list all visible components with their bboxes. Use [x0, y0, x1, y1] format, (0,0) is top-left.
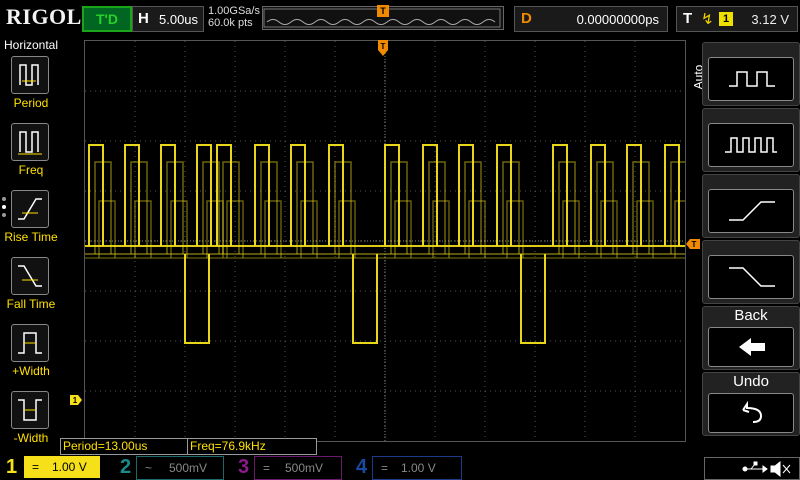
trigger-source-badge: 1	[719, 12, 733, 26]
back-arrow-icon	[708, 327, 794, 367]
frequency-icon	[11, 123, 49, 161]
waveform-display[interactable]	[84, 40, 686, 442]
channel-2-scale: 500mV	[169, 461, 208, 475]
channel-3-scale: 500mV	[285, 461, 324, 475]
back-button[interactable]: Back	[702, 306, 800, 370]
channel-4-scale: 1.00 V	[401, 461, 436, 475]
channel-1-ground-marker[interactable]: 1	[70, 392, 82, 405]
timebase-key: H	[138, 10, 149, 27]
timebase-box[interactable]: H 5.00us	[132, 6, 204, 32]
system-status-box	[704, 457, 800, 480]
channel-1-marker-label: 1	[73, 396, 78, 405]
period-measurement: Period=13.00us	[60, 438, 188, 455]
delay-key: D	[521, 10, 532, 27]
channel-4-coupling: =	[381, 461, 389, 475]
falling-edge-icon	[708, 255, 794, 299]
measure-freq-button[interactable]: Freq	[0, 123, 62, 189]
channel-2-coupling: ~	[145, 461, 153, 475]
rise-time-label: Rise Time	[4, 230, 58, 244]
run-status-badge[interactable]: T'D	[82, 6, 132, 32]
channel-3-number[interactable]: 3	[238, 455, 249, 479]
freq-label: Freq	[18, 163, 44, 177]
memory-depth: 60.0k pts	[208, 17, 253, 29]
measure-fall-time-button[interactable]: Fall Time	[0, 257, 62, 323]
positive-width-icon	[11, 324, 49, 362]
back-label: Back	[734, 307, 768, 324]
softkey-square-wave[interactable]	[702, 42, 800, 106]
trigger-position-marker[interactable]: T	[378, 40, 388, 56]
fall-time-icon	[11, 257, 49, 295]
trigger-edge-icon: ↯	[701, 11, 714, 28]
undo-button[interactable]: Undo	[702, 372, 800, 436]
channel-2-box[interactable]: ~ 500mV	[136, 456, 224, 480]
negative-width-label: -Width	[13, 431, 49, 445]
delay-value: 0.00000000ps	[576, 12, 659, 27]
memory-overview-strip[interactable]: T	[262, 5, 504, 30]
channel-1-coupling: =	[32, 460, 40, 474]
channel-2-number[interactable]: 2	[120, 455, 131, 479]
channel-1-box[interactable]: = 1.00 V	[24, 456, 100, 478]
period-icon	[11, 56, 49, 94]
pulse-train-icon	[708, 123, 794, 167]
measure-rise-time-button[interactable]: Rise Time	[0, 190, 62, 256]
channel-4-number[interactable]: 4	[356, 455, 367, 479]
rigol-logo: RIGOL	[6, 4, 82, 29]
period-label: Period	[13, 96, 49, 110]
channel-1-scale: 1.00 V	[52, 460, 87, 474]
measure-period-button[interactable]: Period	[0, 56, 62, 122]
trigger-settings-box[interactable]: T ↯ 1 3.12 V	[676, 6, 798, 32]
undo-label: Undo	[733, 373, 769, 390]
rising-edge-icon	[708, 189, 794, 233]
trigger-level: 3.12 V	[751, 12, 789, 27]
channel-4-box[interactable]: = 1.00 V	[372, 456, 462, 480]
measure-negative-width-button[interactable]: -Width	[0, 391, 62, 457]
usb-icon	[742, 461, 768, 473]
negative-width-icon	[11, 391, 49, 429]
undo-icon	[708, 393, 794, 433]
positive-width-label: +Width	[12, 364, 50, 378]
softkey-pulse-train[interactable]	[702, 108, 800, 172]
right-softkey-menu: Back Undo	[702, 40, 800, 440]
trigger-delay-box[interactable]: D 0.00000000ps	[514, 6, 668, 32]
trigger-position-label: T	[381, 42, 386, 51]
channel-3-coupling: =	[263, 461, 271, 475]
channel-3-box[interactable]: = 500mV	[254, 456, 342, 480]
memory-trigger-marker: T	[377, 5, 389, 17]
square-wave-icon	[708, 57, 794, 101]
menu-title: Horizontal	[3, 38, 59, 52]
speaker-muted-icon	[770, 460, 791, 478]
fall-time-label: Fall Time	[6, 297, 56, 311]
softkey-falling-edge[interactable]	[702, 240, 800, 304]
trigger-key: T	[683, 10, 693, 27]
trigger-level-marker[interactable]: T	[686, 236, 700, 249]
sample-rate: 1.00GSa/s	[208, 5, 260, 17]
channel-1-waveform	[85, 144, 685, 344]
frequency-measurement: Freq=76.9kHz	[187, 438, 317, 455]
channel-1-number[interactable]: 1	[6, 455, 17, 479]
timebase-value: 5.00us	[159, 12, 199, 27]
acquisition-info: 1.00GSa/s 60.0k pts	[208, 5, 260, 29]
rise-time-icon	[11, 190, 49, 228]
measure-positive-width-button[interactable]: +Width	[0, 324, 62, 390]
softkey-rising-edge[interactable]	[702, 174, 800, 238]
trigger-level-label: T	[692, 240, 697, 249]
